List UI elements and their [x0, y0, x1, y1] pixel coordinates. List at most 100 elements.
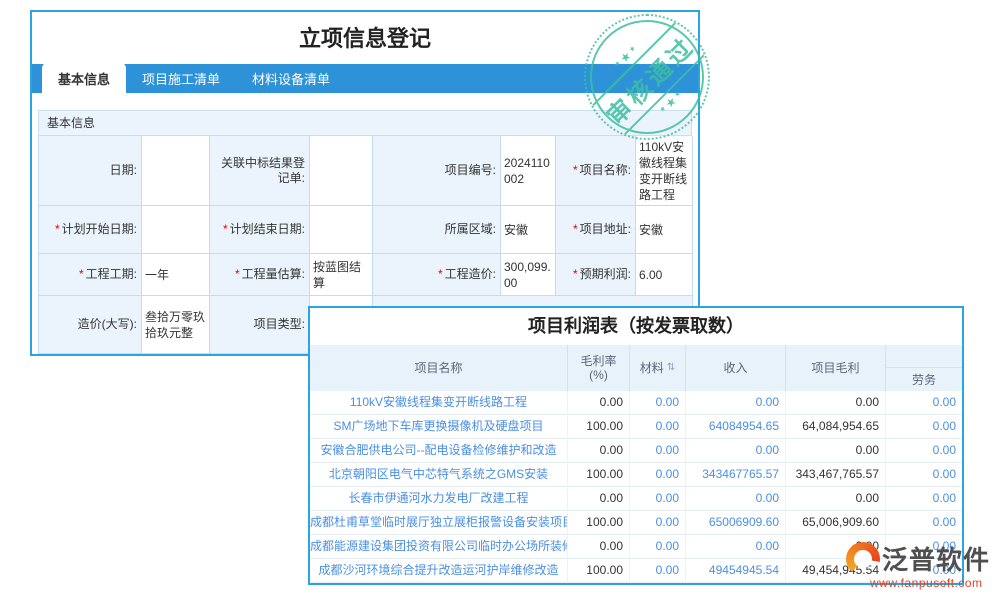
field-value-project-cost[interactable]: 300,099.00	[501, 254, 556, 296]
column-header-income: 收入	[686, 345, 786, 391]
profit-table-header: 项目名称 毛利率 (%) 材料 ⇅ 收入 项目毛利 劳务	[310, 345, 962, 391]
field-label-text: 项目类型:	[253, 317, 305, 331]
required-mark: *	[54, 222, 60, 236]
column-header-project-name: 项目名称	[310, 345, 568, 391]
material-cell[interactable]: 0.00	[630, 487, 686, 511]
project-name-link[interactable]: 成都沙河环境综合提升改造运河护岸维修改造	[310, 559, 568, 583]
project-name-link[interactable]: SM广场地下车库更换摄像机及硬盘项目	[310, 415, 568, 439]
column-header-labor: 劳务	[911, 372, 936, 387]
labor-cell[interactable]: 0.00	[886, 439, 962, 463]
field-value-project-name[interactable]: 110kV安徽线程集变开断线路工程	[636, 136, 693, 206]
field-label-project-number: 项目编号:	[373, 136, 501, 206]
field-label-text: 工程造价:	[444, 267, 496, 281]
stamp-rotor: ★★★ 审核通过 ★★★	[586, 16, 708, 138]
field-value-region[interactable]: 安徽	[501, 206, 556, 254]
table-row: 安徽合肥供电公司--配电设备检修维护和改造 0.00 0.00 0.00 0.0…	[310, 439, 962, 463]
field-value-bid-result-link[interactable]	[310, 136, 373, 206]
field-label-plan-end-date: * 计划结束日期:	[210, 206, 310, 254]
table-row: 成都杜甫草堂临时展厅独立展柜报警设备安装项目 100.00 0.00 65006…	[310, 511, 962, 535]
field-value-project-duration[interactable]: 一年	[142, 254, 210, 296]
field-label-project-name: * 项目名称:	[556, 136, 636, 206]
field-label-bid-result-link: 关联中标结果登记单:	[210, 136, 310, 206]
project-name-link[interactable]: 110kV安徽线程集变开断线路工程	[310, 391, 568, 415]
material-cell[interactable]: 0.00	[630, 391, 686, 415]
field-value-plan-start-date[interactable]	[142, 206, 210, 254]
required-mark: *	[437, 267, 443, 281]
field-value-plan-end-date[interactable]	[310, 206, 373, 254]
material-cell[interactable]: 0.00	[630, 415, 686, 439]
gross-rate-cell: 0.00	[568, 391, 630, 415]
field-label-quantity-estimate: * 工程量估算:	[210, 254, 310, 296]
material-cell[interactable]: 0.00	[630, 463, 686, 487]
fanpu-swoosh-icon	[846, 541, 880, 576]
income-cell[interactable]: 65006909.60	[686, 511, 786, 535]
project-name-link[interactable]: 成都杜甫草堂临时展厅独立展柜报警设备安装项目	[310, 511, 568, 535]
tab-construction-list[interactable]: 项目施工清单	[126, 63, 236, 93]
field-label-text: 工程工期:	[85, 267, 137, 281]
material-cell[interactable]: 0.00	[630, 439, 686, 463]
field-label-text: 关联中标结果登记单:	[220, 155, 305, 185]
column-header-labor-group: 劳务	[886, 345, 962, 391]
field-label-text: 预期利润:	[579, 267, 631, 281]
income-cell[interactable]: 0.00	[686, 391, 786, 415]
vendor-logo: 泛普软件 www.fanpusoft.com	[846, 540, 996, 590]
column-header-material[interactable]: 材料 ⇅	[630, 345, 686, 391]
project-name-link[interactable]: 长春市伊通河水力发电厂改建工程	[310, 487, 568, 511]
income-cell[interactable]: 0.00	[686, 487, 786, 511]
field-value-cost-in-words[interactable]: 叁拾万零玖拾玖元整	[142, 296, 210, 354]
stamp-text: 审核通过	[586, 16, 708, 138]
income-cell[interactable]: 49454945.54	[686, 559, 786, 583]
field-label-project-address: * 项目地址:	[556, 206, 636, 254]
vendor-url: www.fanpusoft.com	[870, 576, 983, 590]
material-cell[interactable]: 0.00	[630, 559, 686, 583]
table-row: 北京朝阳区电气中芯特气系统之GMS安装 100.00 0.00 34346776…	[310, 463, 962, 487]
project-gross-cell: 0.00	[786, 487, 886, 511]
table-row: 110kV安徽线程集变开断线路工程 0.00 0.00 0.00 0.00 0.…	[310, 391, 962, 415]
project-name-link[interactable]: 成都能源建设集团投资有限公司临时办公场所装修改	[310, 535, 568, 559]
labor-cell[interactable]: 0.00	[886, 415, 962, 439]
gross-rate-cell: 0.00	[568, 535, 630, 559]
field-label-project-type: 项目类型:	[210, 296, 310, 354]
field-label-text: 计划结束日期:	[229, 222, 305, 236]
labor-cell[interactable]: 0.00	[886, 463, 962, 487]
required-mark: *	[572, 267, 578, 281]
approval-stamp: ★★★ 审核通过 ★★★	[584, 14, 710, 140]
field-value-quantity-estimate[interactable]: 按蓝图结算	[310, 254, 373, 296]
field-label-text: 计划开始日期:	[61, 222, 137, 236]
field-value-project-address[interactable]: 安徽	[636, 206, 693, 254]
field-value-expected-profit[interactable]: 6.00	[636, 254, 693, 296]
income-cell[interactable]: 343467765.57	[686, 463, 786, 487]
labor-cell[interactable]: 0.00	[886, 511, 962, 535]
income-cell[interactable]: 0.00	[686, 439, 786, 463]
gross-rate-cell: 100.00	[568, 415, 630, 439]
tab-material-equipment-list[interactable]: 材料设备清单	[236, 63, 346, 93]
project-name-link[interactable]: 安徽合肥供电公司--配电设备检修维护和改造	[310, 439, 568, 463]
sort-icon[interactable]: ⇅	[667, 361, 675, 375]
field-value-project-number[interactable]: 2024110002	[501, 136, 556, 206]
material-cell[interactable]: 0.00	[630, 511, 686, 535]
field-label-text: 所属区域:	[444, 222, 496, 236]
required-mark: *	[572, 163, 578, 177]
income-cell[interactable]: 64084954.65	[686, 415, 786, 439]
tab-basic-info[interactable]: 基本信息	[42, 63, 127, 93]
field-label-plan-start-date: * 计划开始日期:	[39, 206, 142, 254]
labor-cell[interactable]: 0.00	[886, 487, 962, 511]
material-cell[interactable]: 0.00	[630, 535, 686, 559]
field-label-text: 项目编号:	[444, 163, 496, 177]
column-header-labor-parent	[886, 345, 962, 368]
labor-cell[interactable]: 0.00	[886, 391, 962, 415]
field-value-date[interactable]	[142, 136, 210, 206]
column-header-project-gross: 项目毛利	[786, 345, 886, 391]
required-mark: *	[222, 222, 228, 236]
income-cell[interactable]: 0.00	[686, 535, 786, 559]
gross-rate-cell: 100.00	[568, 511, 630, 535]
project-gross-cell: 0.00	[786, 391, 886, 415]
field-label-project-cost: * 工程造价:	[373, 254, 501, 296]
project-name-link[interactable]: 北京朝阳区电气中芯特气系统之GMS安装	[310, 463, 568, 487]
field-label-text: 造价(大写):	[77, 317, 137, 331]
field-label-expected-profit: * 预期利润:	[556, 254, 636, 296]
table-row: SM广场地下车库更换摄像机及硬盘项目 100.00 0.00 64084954.…	[310, 415, 962, 439]
gross-rate-cell: 0.00	[568, 439, 630, 463]
required-mark: *	[234, 267, 240, 281]
project-gross-cell: 343,467,765.57	[786, 463, 886, 487]
